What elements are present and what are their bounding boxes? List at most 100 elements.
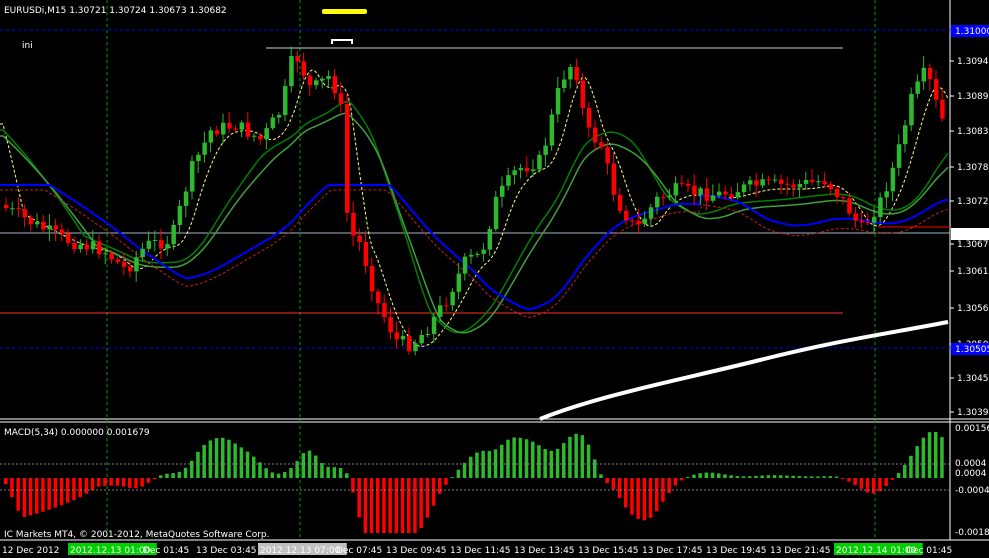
macd-bar [896,472,901,478]
macd-bar [214,438,219,478]
candle-body [915,81,920,94]
candle-body [518,168,524,171]
candle-body [16,208,21,210]
candle-body [376,291,381,304]
macd-bar [822,476,826,478]
macd-bar [252,456,256,478]
macd-bar [53,478,58,508]
macd-bar [859,478,864,489]
candle-body [555,88,561,115]
macd-bar [314,455,318,478]
candle-body [289,56,294,87]
macd-bar [692,474,696,478]
candle-body [673,183,679,196]
candle-body [698,188,703,195]
macd-bar [121,478,126,487]
candle-body [772,179,778,181]
macd-bar [394,478,399,533]
price-chart[interactable]: 1.30945 1.30890 1.30835 1.30780 1.30725 1.306… [0,0,989,558]
macd-bar [59,478,64,506]
macd-bar [704,472,709,478]
macd-bar [196,451,200,478]
time-tick-label: Dec 01:45 [906,546,952,556]
candle-body [66,233,71,243]
macd-bar [791,475,795,478]
macd-bar [276,473,281,478]
macd-bar [407,478,411,533]
macd-bar [934,432,938,478]
macd-bar [735,476,740,478]
time-tick-label: 2012.12.13 07:00 [260,546,341,556]
macd-bar [679,478,684,481]
candle-body [438,305,443,317]
macd-bar [47,478,51,510]
macd-bar [797,476,802,478]
macd-bar [16,478,20,511]
macd-bar [655,478,659,512]
candle-body [165,244,170,249]
macd-bar [531,441,535,478]
candle-body [239,122,245,130]
macd-bar [438,478,442,494]
chart-window[interactable]: 1.30945 1.30890 1.30835 1.30780 1.30725 1.306… [0,0,989,558]
macd-bar [264,468,268,478]
candle-body [605,147,610,164]
candle-body [72,242,77,250]
macd-bar [301,453,306,478]
candle-body [177,205,183,225]
time-tick-label: 13 Dec 11:45 [450,546,511,556]
macd-bar [165,473,169,478]
price-tick-label: 1.30395 [957,408,989,418]
price-tick-label: 1.30670 [957,240,989,250]
candle-body [934,79,939,100]
macd-bar [444,478,448,485]
macd-bar [431,478,436,506]
time-axis: 12 Dec 2012 2012.12.13 01:00Dec 01:45 13 D… [2,543,952,556]
macd-bar [487,451,492,478]
candle-body [537,154,542,170]
candle-body [760,179,765,186]
macd-bar [270,472,275,478]
candle-body [847,198,852,214]
candle-body [351,212,356,236]
candle-body [667,195,672,198]
candle-body [221,122,226,135]
candle-body [103,253,108,255]
macd-bar [208,440,213,478]
yellow-marker[interactable] [322,9,367,14]
candle-body [320,78,325,81]
macd-bar [419,478,423,529]
macd-bar [673,478,678,486]
candle-body [853,213,858,221]
candle-body [735,192,741,198]
candle-body [283,86,288,116]
macd-bar [834,476,839,478]
candle-body [159,240,164,249]
candle-body [171,224,176,245]
macd-bar [202,444,206,478]
price-marker-label: 1.30505 [955,345,989,355]
candle-body [803,179,809,184]
macd-bar [258,462,262,478]
time-tick-label: 13 Dec 03:45 [196,546,257,556]
main-pane[interactable] [0,0,950,419]
candle-body [710,195,716,201]
macd-bar [748,476,752,478]
candle-body [388,317,393,333]
candle-body [456,273,462,292]
macd-bar [78,478,82,498]
macd-tick-label: 0.001564 [955,424,989,434]
macd-bar [115,478,120,486]
macd-tick-label: 0.0004 [955,469,987,479]
candle-body [748,180,753,185]
candle-body [531,169,536,172]
candle-body [394,332,400,340]
macd-bar [841,478,845,479]
candle-body [4,205,9,209]
candle-body [462,256,468,274]
macd-bar [779,475,783,478]
macd-bar [562,443,566,478]
candle-body [326,76,331,79]
candle-body [152,240,158,242]
macd-bar [183,467,188,478]
